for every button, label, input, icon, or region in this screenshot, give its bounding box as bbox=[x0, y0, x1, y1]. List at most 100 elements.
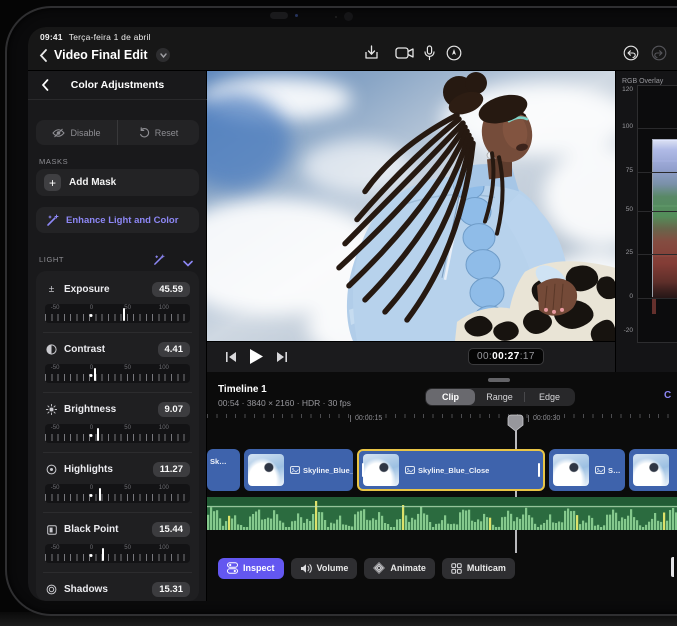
clip-thumbnail bbox=[633, 454, 669, 486]
scope-graph bbox=[637, 85, 677, 343]
volume-button[interactable]: Volume bbox=[291, 558, 358, 579]
clip[interactable]: Skyline_Blue_Wide bbox=[244, 449, 353, 491]
slider-ruler[interactable]: -50 0 50 100 bbox=[45, 484, 190, 503]
trim-handle-right[interactable] bbox=[538, 463, 540, 477]
export-icon[interactable] bbox=[364, 45, 379, 61]
light-slider-row[interactable]: Brightness 9.07 -50 0 50 100 bbox=[45, 399, 190, 453]
undo-icon[interactable] bbox=[623, 45, 639, 61]
speaker-icon bbox=[300, 563, 312, 574]
scope-axis-label: 25 bbox=[626, 249, 633, 256]
slider-cursor[interactable] bbox=[94, 368, 96, 381]
black-point-icon bbox=[45, 525, 58, 535]
audio-waveform bbox=[207, 497, 677, 530]
animate-button[interactable]: Animate bbox=[364, 558, 435, 579]
light-slider-row[interactable]: Contrast 4.41 -50 0 50 100 bbox=[45, 339, 190, 393]
redo-icon[interactable] bbox=[651, 45, 667, 61]
auto-enhance-icon[interactable] bbox=[153, 253, 165, 271]
scope-axis-label: -20 bbox=[624, 327, 633, 334]
collapse-chevron-icon[interactable] bbox=[183, 254, 193, 272]
skip-back-icon[interactable] bbox=[225, 351, 237, 363]
camera-dot bbox=[335, 16, 337, 18]
timeline-ruler[interactable]: 00:00:15 00:00:30 bbox=[207, 412, 677, 434]
cutoff-button-edge[interactable] bbox=[671, 557, 674, 577]
slider-cursor[interactable] bbox=[97, 428, 99, 441]
mode-range[interactable]: Range bbox=[475, 389, 524, 405]
play-button[interactable] bbox=[249, 348, 264, 365]
color-adjustments-panel: Color Adjustments Disable Reset MASKS + … bbox=[28, 71, 207, 601]
multicam-button[interactable]: Multicam bbox=[442, 558, 515, 579]
draw-icon[interactable] bbox=[446, 45, 462, 61]
light-slider-row[interactable]: Highlights 11.27 -50 0 50 100 bbox=[45, 459, 190, 513]
slider-value-badge[interactable]: 4.41 bbox=[158, 342, 191, 357]
slider-value-badge[interactable]: 11.27 bbox=[153, 462, 190, 477]
scope-axis-label: 0 bbox=[629, 293, 633, 300]
project-title[interactable]: Video Final Edit bbox=[54, 48, 148, 62]
skip-forward-icon[interactable] bbox=[276, 351, 288, 363]
disable-reset-group: Disable Reset bbox=[36, 120, 199, 145]
light-caption: LIGHT bbox=[39, 255, 64, 264]
slider-ruler[interactable]: -50 0 50 100 bbox=[45, 304, 190, 323]
clock: 09:41 bbox=[40, 32, 63, 42]
back-icon[interactable] bbox=[39, 49, 48, 62]
light-slider-row[interactable]: Shadows 15.31 -50 0 50 100 bbox=[45, 579, 190, 601]
slider-ruler[interactable]: -50 0 50 100 bbox=[45, 424, 190, 443]
slider-label: Brightness bbox=[64, 404, 152, 415]
slider-label: Contrast bbox=[64, 344, 152, 355]
camera-icon[interactable] bbox=[395, 47, 414, 59]
timeline-drag-handle[interactable] bbox=[488, 378, 510, 382]
status-bar: 09:41 Terça-feira 1 de abril bbox=[40, 32, 151, 42]
slider-value-badge[interactable]: 9.07 bbox=[158, 402, 191, 417]
slider-zero-dot bbox=[90, 554, 93, 557]
ipad-screen: 09:41 Terça-feira 1 de abril Video Final … bbox=[28, 27, 677, 601]
chevron-down-icon[interactable] bbox=[156, 48, 170, 62]
add-mask-button[interactable]: + Add Mask bbox=[36, 169, 199, 196]
slider-cursor[interactable] bbox=[123, 308, 125, 321]
mode-clip[interactable]: Clip bbox=[426, 389, 475, 405]
mode-edge[interactable]: Edge bbox=[525, 389, 574, 405]
timeline-meta: 00:54 · 3840 × 2160 · HDR · 30 fps bbox=[218, 398, 351, 408]
video-viewer[interactable] bbox=[207, 71, 615, 341]
timecode[interactable]: 00:00:27:17 bbox=[468, 348, 544, 365]
inspect-button[interactable]: Inspect bbox=[218, 558, 284, 579]
trim-handle-left[interactable] bbox=[362, 463, 364, 477]
clip[interactable]: Sk… bbox=[207, 449, 240, 491]
edit-mode-segmented: Clip Range Edge bbox=[425, 388, 575, 406]
image-icon bbox=[595, 466, 605, 474]
panel-title: Color Adjustments bbox=[28, 79, 207, 91]
light-slider-row[interactable]: ± Exposure 45.59 -50 0 50 100 bbox=[45, 279, 190, 333]
nav-bar: Video Final Edit bbox=[28, 43, 677, 71]
audio-track[interactable] bbox=[207, 497, 677, 530]
shadows-icon bbox=[45, 584, 58, 595]
transport-bar: 00:00:27:17 bbox=[207, 341, 615, 372]
contrast-icon bbox=[45, 344, 58, 355]
slider-cursor[interactable] bbox=[99, 488, 101, 501]
slider-cursor[interactable] bbox=[102, 548, 104, 561]
mic-icon[interactable] bbox=[424, 45, 435, 61]
masks-caption: MASKS bbox=[39, 157, 68, 166]
slider-zero-dot bbox=[90, 314, 93, 317]
slider-ruler[interactable]: -50 0 50 100 bbox=[45, 364, 190, 383]
slider-ruler[interactable]: -50 0 50 100 bbox=[45, 544, 190, 563]
slider-value-badge[interactable]: 15.31 bbox=[152, 582, 190, 597]
magic-wand-icon bbox=[46, 214, 59, 227]
disable-button[interactable]: Disable bbox=[36, 120, 118, 145]
timeline-pane: Timeline 1 00:54 · 3840 × 2160 · HDR · 3… bbox=[207, 372, 677, 601]
light-sliders-card: ± Exposure 45.59 -50 0 50 100 Contrast 4… bbox=[36, 271, 199, 601]
clip-thumbnail bbox=[248, 454, 284, 486]
slider-label: Shadows bbox=[64, 584, 146, 595]
clip[interactable] bbox=[629, 449, 677, 491]
camera-sensor bbox=[270, 12, 288, 19]
overflow-button[interactable]: C bbox=[664, 390, 671, 401]
reset-button[interactable]: Reset bbox=[118, 120, 199, 145]
clip-selected[interactable]: Skyline_Blue_Close bbox=[357, 449, 545, 491]
light-slider-row[interactable]: Black Point 15.44 -50 0 50 100 bbox=[45, 519, 190, 573]
status-date: Terça-feira 1 de abril bbox=[69, 32, 151, 42]
plus-minus-icon: ± bbox=[45, 284, 58, 295]
scope-axis-label: 50 bbox=[626, 206, 633, 213]
enhance-light-color-button[interactable]: Enhance Light and Color bbox=[36, 207, 199, 233]
slider-value-badge[interactable]: 15.44 bbox=[152, 522, 190, 537]
clip[interactable]: S… bbox=[549, 449, 625, 491]
multicam-grid-icon bbox=[451, 563, 462, 574]
slider-value-badge[interactable]: 45.59 bbox=[152, 282, 190, 297]
preview-image bbox=[207, 71, 615, 341]
